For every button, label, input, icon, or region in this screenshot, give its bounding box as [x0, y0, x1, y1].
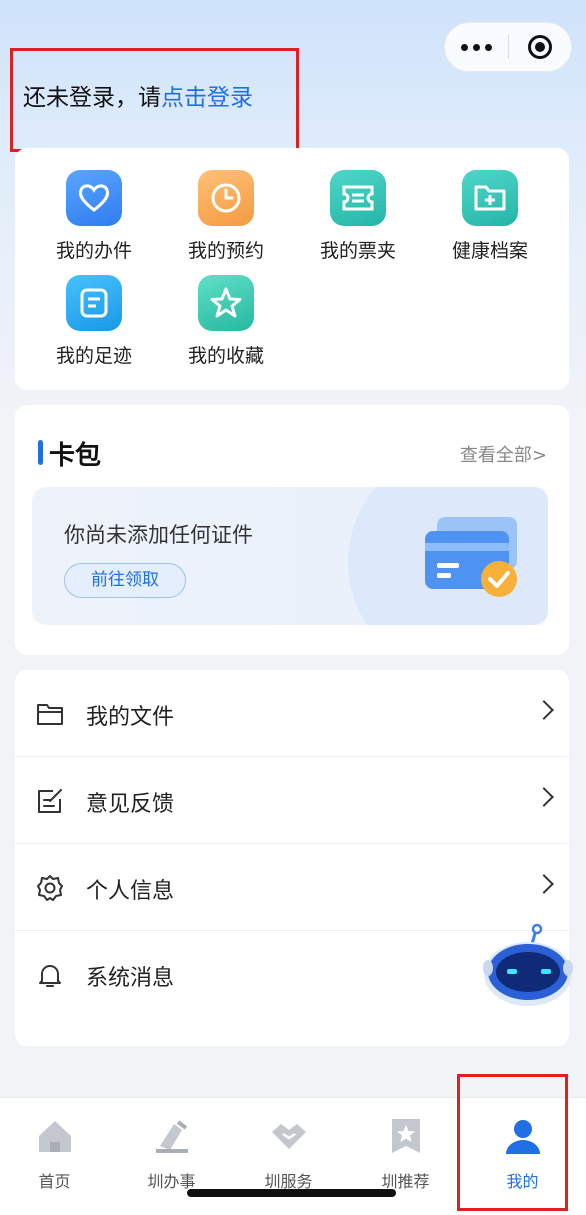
chevron-right-icon: [534, 787, 554, 807]
wallet-title: 卡包: [49, 441, 102, 471]
star-bookmark-icon: [391, 1119, 420, 1153]
menu-item-label: 意见反馈: [86, 792, 175, 817]
more-icon[interactable]: [445, 22, 508, 72]
gear-icon: [37, 875, 63, 901]
active-tab-highlight-box: [457, 1074, 568, 1211]
handshake-icon: [271, 1124, 306, 1149]
chevron-right-icon: [534, 700, 554, 720]
quick-action-my-cases[interactable]: 我的办件: [39, 170, 149, 263]
quick-action-footprints[interactable]: 我的足迹: [39, 275, 149, 368]
quick-action-health-records[interactable]: 健康档案: [435, 170, 545, 263]
quick-action-label: 我的票夹: [319, 240, 396, 262]
bell-icon: [39, 965, 61, 987]
miniprogram-capsule: [444, 22, 572, 72]
wallet-card: 卡包 查看全部> 你尚未添加任何证件 前往领取: [15, 405, 569, 655]
quick-action-label: 我的收藏: [187, 345, 264, 367]
feedback-icon: [38, 789, 62, 813]
stamp-icon: [155, 1120, 188, 1153]
ticket-icon: [330, 170, 386, 226]
home-icon: [38, 1121, 71, 1152]
home-indicator: [187, 1189, 396, 1197]
tab-services-office[interactable]: 圳办事: [113, 1116, 230, 1192]
quick-action-favorites[interactable]: 我的收藏: [171, 275, 281, 368]
go-claim-button[interactable]: 前往领取: [64, 563, 186, 598]
quick-actions-card: 我的办件 我的预约 我的票夹 健康档案 我的足迹 我的收藏: [15, 148, 569, 390]
tab-recommend[interactable]: 圳推荐: [347, 1116, 464, 1192]
menu-item-my-files[interactable]: 我的文件: [15, 670, 569, 757]
robot-assistant-icon[interactable]: [480, 922, 576, 1012]
wallet-empty-state: 你尚未添加任何证件 前往领取: [32, 487, 548, 625]
menu-item-feedback[interactable]: 意见反馈: [15, 757, 569, 844]
folder-plus-icon: [462, 170, 518, 226]
wallet-empty-text: 你尚未添加任何证件: [64, 523, 253, 547]
document-icon: [66, 275, 122, 331]
menu-item-label: 个人信息: [86, 879, 175, 904]
close-target-icon[interactable]: [509, 22, 571, 72]
heart-icon: [66, 170, 122, 226]
quick-action-label: 健康档案: [451, 240, 528, 262]
quick-action-tickets[interactable]: 我的票夹: [303, 170, 413, 263]
tab-label: 首页: [38, 1172, 71, 1191]
view-all-link[interactable]: 查看全部>: [460, 441, 547, 467]
login-link[interactable]: 点击登录: [161, 85, 253, 111]
folder-icon: [37, 704, 63, 725]
login-prompt: 还未登录，请点击登录: [23, 78, 253, 112]
menu-item-label: 系统消息: [86, 966, 175, 991]
quick-action-label: 我的预约: [187, 240, 264, 262]
login-prefix: 还未登录，请: [23, 85, 161, 111]
clock-icon: [198, 170, 254, 226]
quick-action-label: 我的足迹: [55, 345, 132, 367]
star-icon: [198, 275, 254, 331]
menu-item-personal-info[interactable]: 个人信息: [15, 844, 569, 931]
wallet-title-bar: [38, 440, 43, 465]
tab-services[interactable]: 圳服务: [230, 1116, 347, 1192]
quick-action-appointments[interactable]: 我的预约: [171, 170, 281, 263]
tab-home[interactable]: 首页: [0, 1116, 113, 1192]
menu-item-label: 我的文件: [86, 705, 175, 730]
chevron-right-icon: [534, 874, 554, 894]
id-cards-illustration-icon: [425, 517, 517, 597]
quick-action-label: 我的办件: [55, 240, 132, 262]
